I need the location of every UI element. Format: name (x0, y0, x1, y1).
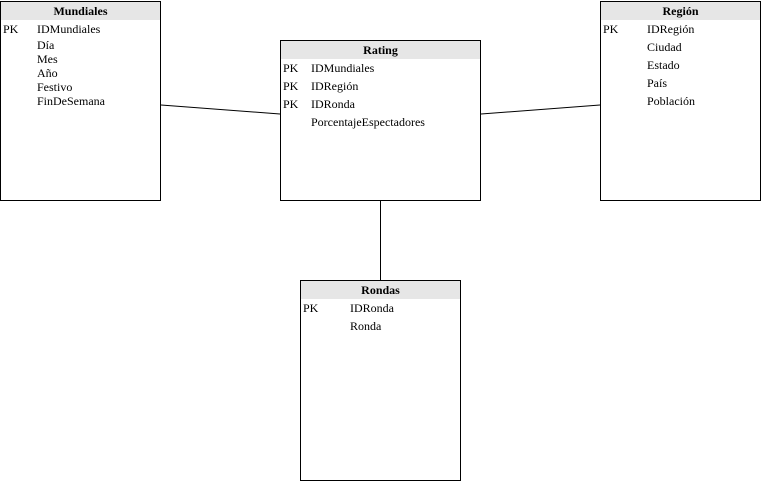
link-rating-region (480, 104, 601, 115)
attribute-name: IDMundiales (37, 22, 101, 36)
entity-row: PK IDRegión (281, 77, 480, 95)
entity-row: PK IDRonda (301, 299, 460, 317)
attribute-name: Ronda (350, 319, 382, 333)
entity-row: PorcentajeEspectadores (281, 113, 480, 131)
entity-mundiales[interactable]: Mundiales PK IDMundiales Día Mes Año Fes… (0, 1, 161, 201)
primary-key-marker: PK (603, 22, 619, 36)
entity-row: Día (1, 38, 160, 52)
attribute-name: PorcentajeEspectadores (311, 115, 425, 129)
entity-row: País (601, 74, 760, 92)
entity-title: Rating (281, 41, 480, 59)
entity-row: FinDeSemana (1, 94, 160, 108)
primary-key-marker: PK (303, 301, 319, 315)
entity-row: Población (601, 92, 760, 110)
entity-row: PK IDMundiales (1, 20, 160, 38)
entity-title: Mundiales (1, 2, 160, 20)
entity-row: PK IDRegión (601, 20, 760, 38)
attribute-name: IDRonda (350, 301, 394, 315)
primary-key-marker: PK (283, 79, 299, 93)
attribute-name: IDRegión (311, 79, 359, 93)
entity-rondas[interactable]: Rondas PK IDRonda Ronda (300, 280, 461, 481)
entity-row: Ronda (301, 317, 460, 335)
entity-title: Región (601, 2, 760, 20)
attribute-name: IDRonda (311, 97, 355, 111)
primary-key-marker: PK (3, 22, 19, 36)
attribute-name: IDRegión (647, 22, 695, 36)
attribute-name: Festivo (37, 80, 73, 94)
primary-key-marker: PK (283, 97, 299, 111)
attribute-name: Año (37, 66, 58, 80)
attribute-name: País (647, 76, 668, 90)
primary-key-marker: PK (283, 61, 299, 75)
entity-row: Mes (1, 52, 160, 66)
attribute-name: Día (37, 38, 55, 52)
attribute-name: Población (647, 94, 695, 108)
attribute-name: Ciudad (647, 40, 682, 54)
attribute-name: Estado (647, 58, 680, 72)
entity-row: PK IDMundiales (281, 59, 480, 77)
attribute-name: FinDeSemana (37, 94, 105, 108)
entity-row: Estado (601, 56, 760, 74)
entity-row: PK IDRonda (281, 95, 480, 113)
entity-row: Ciudad (601, 38, 760, 56)
entity-row: Festivo (1, 80, 160, 94)
entity-row: Año (1, 66, 160, 80)
attribute-name: Mes (37, 52, 58, 66)
entity-title: Rondas (301, 281, 460, 299)
attribute-name: IDMundiales (311, 61, 375, 75)
entity-rating[interactable]: Rating PK IDMundiales PK IDRegión PK IDR… (280, 40, 481, 201)
entity-region[interactable]: Región PK IDRegión Ciudad Estado País Po… (600, 1, 761, 201)
link-mundiales-rating (160, 104, 281, 115)
